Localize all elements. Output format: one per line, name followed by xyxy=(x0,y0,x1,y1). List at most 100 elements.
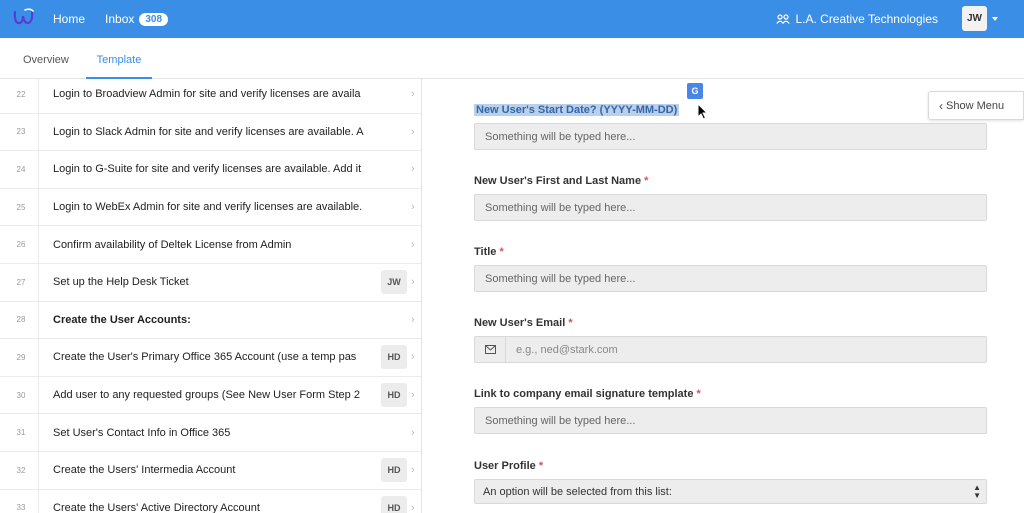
required-asterisk: * xyxy=(499,246,504,258)
required-asterisk: * xyxy=(538,460,544,472)
step-number: 24 xyxy=(16,164,26,174)
step-title: Confirm availability of Deltek License f… xyxy=(53,238,292,251)
field-label-profile-text: User Profile xyxy=(474,460,536,472)
tab-template[interactable]: Template xyxy=(86,38,152,79)
field-label-start-date: New User's Start Date? (YYYY-MM-DD) xyxy=(474,104,680,116)
required-asterisk: * xyxy=(568,317,573,329)
list-item[interactable]: 22 Login to Broadview Admin for site and… xyxy=(0,79,421,114)
field-label-title: Title * xyxy=(474,246,504,258)
translate-icon[interactable]: G xyxy=(687,83,703,99)
step-title: Set up the Help Desk Ticket xyxy=(53,276,189,289)
step-title: Login to WebEx Admin for site and verify… xyxy=(53,201,363,214)
list-item[interactable]: 23 Login to Slack Admin for site and ver… xyxy=(0,113,421,152)
organization-name: L.A. Creative Technologies xyxy=(795,12,938,26)
select-arrows-icon: ▲ ▼ xyxy=(973,483,981,500)
show-menu-button[interactable]: ‹ Show Menu xyxy=(928,91,1024,120)
list-item[interactable]: 27 Set up the Help Desk Ticket JW › xyxy=(0,264,421,302)
envelope-icon xyxy=(475,337,506,362)
step-number: 31 xyxy=(16,428,26,438)
organization-switcher[interactable]: L.A. Creative Technologies xyxy=(776,0,938,38)
chevron-right-icon: › xyxy=(411,389,415,402)
list-item[interactable]: 32 Create the Users' Intermedia Account … xyxy=(0,452,421,490)
list-item[interactable]: 29 Create the User's Primary Office 365 … xyxy=(0,339,421,377)
chevron-right-icon: › xyxy=(411,201,415,214)
list-item[interactable]: 24 Login to G-Suite for site and verify … xyxy=(0,151,421,189)
field-label-email-text: New User's Email xyxy=(474,317,566,329)
chevron-right-icon: › xyxy=(411,163,415,176)
step-title: Set User's Contact Info in Office 365 xyxy=(53,426,231,439)
field-label-name: New User's First and Last Name * xyxy=(474,175,648,187)
title-input[interactable]: Something will be typed here... xyxy=(474,265,987,292)
tab-overview[interactable]: Overview xyxy=(23,38,69,79)
field-label-signature-text: Link to company email signature template xyxy=(474,388,694,400)
chevron-right-icon: › xyxy=(411,464,415,477)
required-asterisk: * xyxy=(644,175,649,187)
list-item[interactable]: 31 Set User's Contact Info in Office 365… xyxy=(0,414,421,452)
template-tabs: Overview Template xyxy=(0,38,1024,79)
input-placeholder: Something will be typed here... xyxy=(485,130,636,143)
chevron-right-icon: › xyxy=(411,313,415,326)
field-label-signature: Link to company email signature template… xyxy=(474,388,701,400)
chevron-right-icon: › xyxy=(411,125,415,138)
nav-home-label: Home xyxy=(53,12,86,26)
step-title: Login to Broadview Admin for site and ve… xyxy=(53,88,361,101)
list-item[interactable]: 33 Create the Users' Active Directory Ac… xyxy=(0,489,421,513)
step-number: 23 xyxy=(16,127,26,137)
chevron-right-icon: › xyxy=(411,426,415,439)
mouse-pointer-icon xyxy=(697,103,708,120)
field-label-start-date-text: New User's Start Date? (YYYY-MM-DD) xyxy=(474,104,680,116)
input-placeholder: e.g., ned@stark.com xyxy=(516,343,618,356)
start-date-input[interactable]: Something will be typed here... xyxy=(474,123,987,150)
form-panel: New User's Start Date? (YYYY-MM-DD) Some… xyxy=(442,79,1024,513)
inbox-count-badge: 308 xyxy=(139,12,169,26)
required-asterisk: * xyxy=(696,388,701,400)
signature-link-input[interactable]: Something will be typed here... xyxy=(474,407,987,434)
nav-inbox-label: Inbox xyxy=(105,12,135,26)
assignee-badge[interactable]: JW xyxy=(381,270,407,295)
step-number: 26 xyxy=(16,240,26,250)
panel-gutter xyxy=(423,79,442,513)
assignee-badge[interactable]: HD xyxy=(381,345,407,370)
step-list: 22 Login to Broadview Admin for site and… xyxy=(0,79,422,513)
step-number: 30 xyxy=(16,390,26,400)
step-title: Login to G-Suite for site and verify lic… xyxy=(53,163,362,176)
field-label-name-text: New User's First and Last Name xyxy=(474,175,642,187)
input-placeholder: Something will be typed here... xyxy=(485,414,636,427)
step-title: Create the Users' Intermedia Account xyxy=(53,464,236,477)
chevron-right-icon: › xyxy=(411,351,415,364)
assignee-badge[interactable]: HD xyxy=(381,458,407,483)
step-number: 27 xyxy=(16,277,26,287)
chevron-right-icon: › xyxy=(411,238,415,251)
step-title: Create the User's Primary Office 365 Acc… xyxy=(53,351,357,364)
list-item[interactable]: 28 Create the User Accounts: › xyxy=(0,301,421,340)
list-item[interactable]: 26 Confirm availability of Deltek Licens… xyxy=(0,226,421,264)
nav-inbox-link[interactable]: Inbox 308 xyxy=(105,12,169,26)
chevron-right-icon: › xyxy=(411,88,415,101)
user-avatar[interactable]: JW xyxy=(962,6,987,31)
step-number: 33 xyxy=(16,503,26,513)
step-title: Login to Slack Admin for site and verify… xyxy=(53,125,364,138)
step-number: 28 xyxy=(16,315,26,325)
user-profile-select[interactable]: An option will be selected from this lis… xyxy=(474,479,987,504)
list-item[interactable]: 25 Login to WebEx Admin for site and ver… xyxy=(0,188,421,227)
app-logo-icon[interactable] xyxy=(9,4,39,34)
email-input[interactable]: e.g., ned@stark.com xyxy=(474,336,987,363)
field-label-profile: User Profile * xyxy=(474,460,543,472)
step-number: 29 xyxy=(16,352,26,362)
input-placeholder: Something will be typed here... xyxy=(485,272,636,285)
avatar-dropdown-icon[interactable] xyxy=(992,17,998,21)
step-title: Add user to any requested groups (See Ne… xyxy=(53,389,360,402)
input-placeholder: Something will be typed here... xyxy=(485,201,636,214)
select-placeholder: An option will be selected from this lis… xyxy=(483,485,672,498)
assignee-badge[interactable]: HD xyxy=(381,383,407,408)
show-menu-label: Show Menu xyxy=(946,99,1005,112)
chevron-left-icon: ‹ xyxy=(939,98,943,113)
list-item[interactable]: 30 Add user to any requested groups (See… xyxy=(0,376,421,415)
name-input[interactable]: Something will be typed here... xyxy=(474,194,987,221)
chevron-right-icon: › xyxy=(411,501,415,513)
step-title: Create the User Accounts: xyxy=(53,313,191,326)
nav-home-link[interactable]: Home xyxy=(53,12,85,26)
step-number: 25 xyxy=(16,202,26,212)
assignee-badge[interactable]: HD xyxy=(381,495,407,513)
step-number: 22 xyxy=(16,89,26,99)
